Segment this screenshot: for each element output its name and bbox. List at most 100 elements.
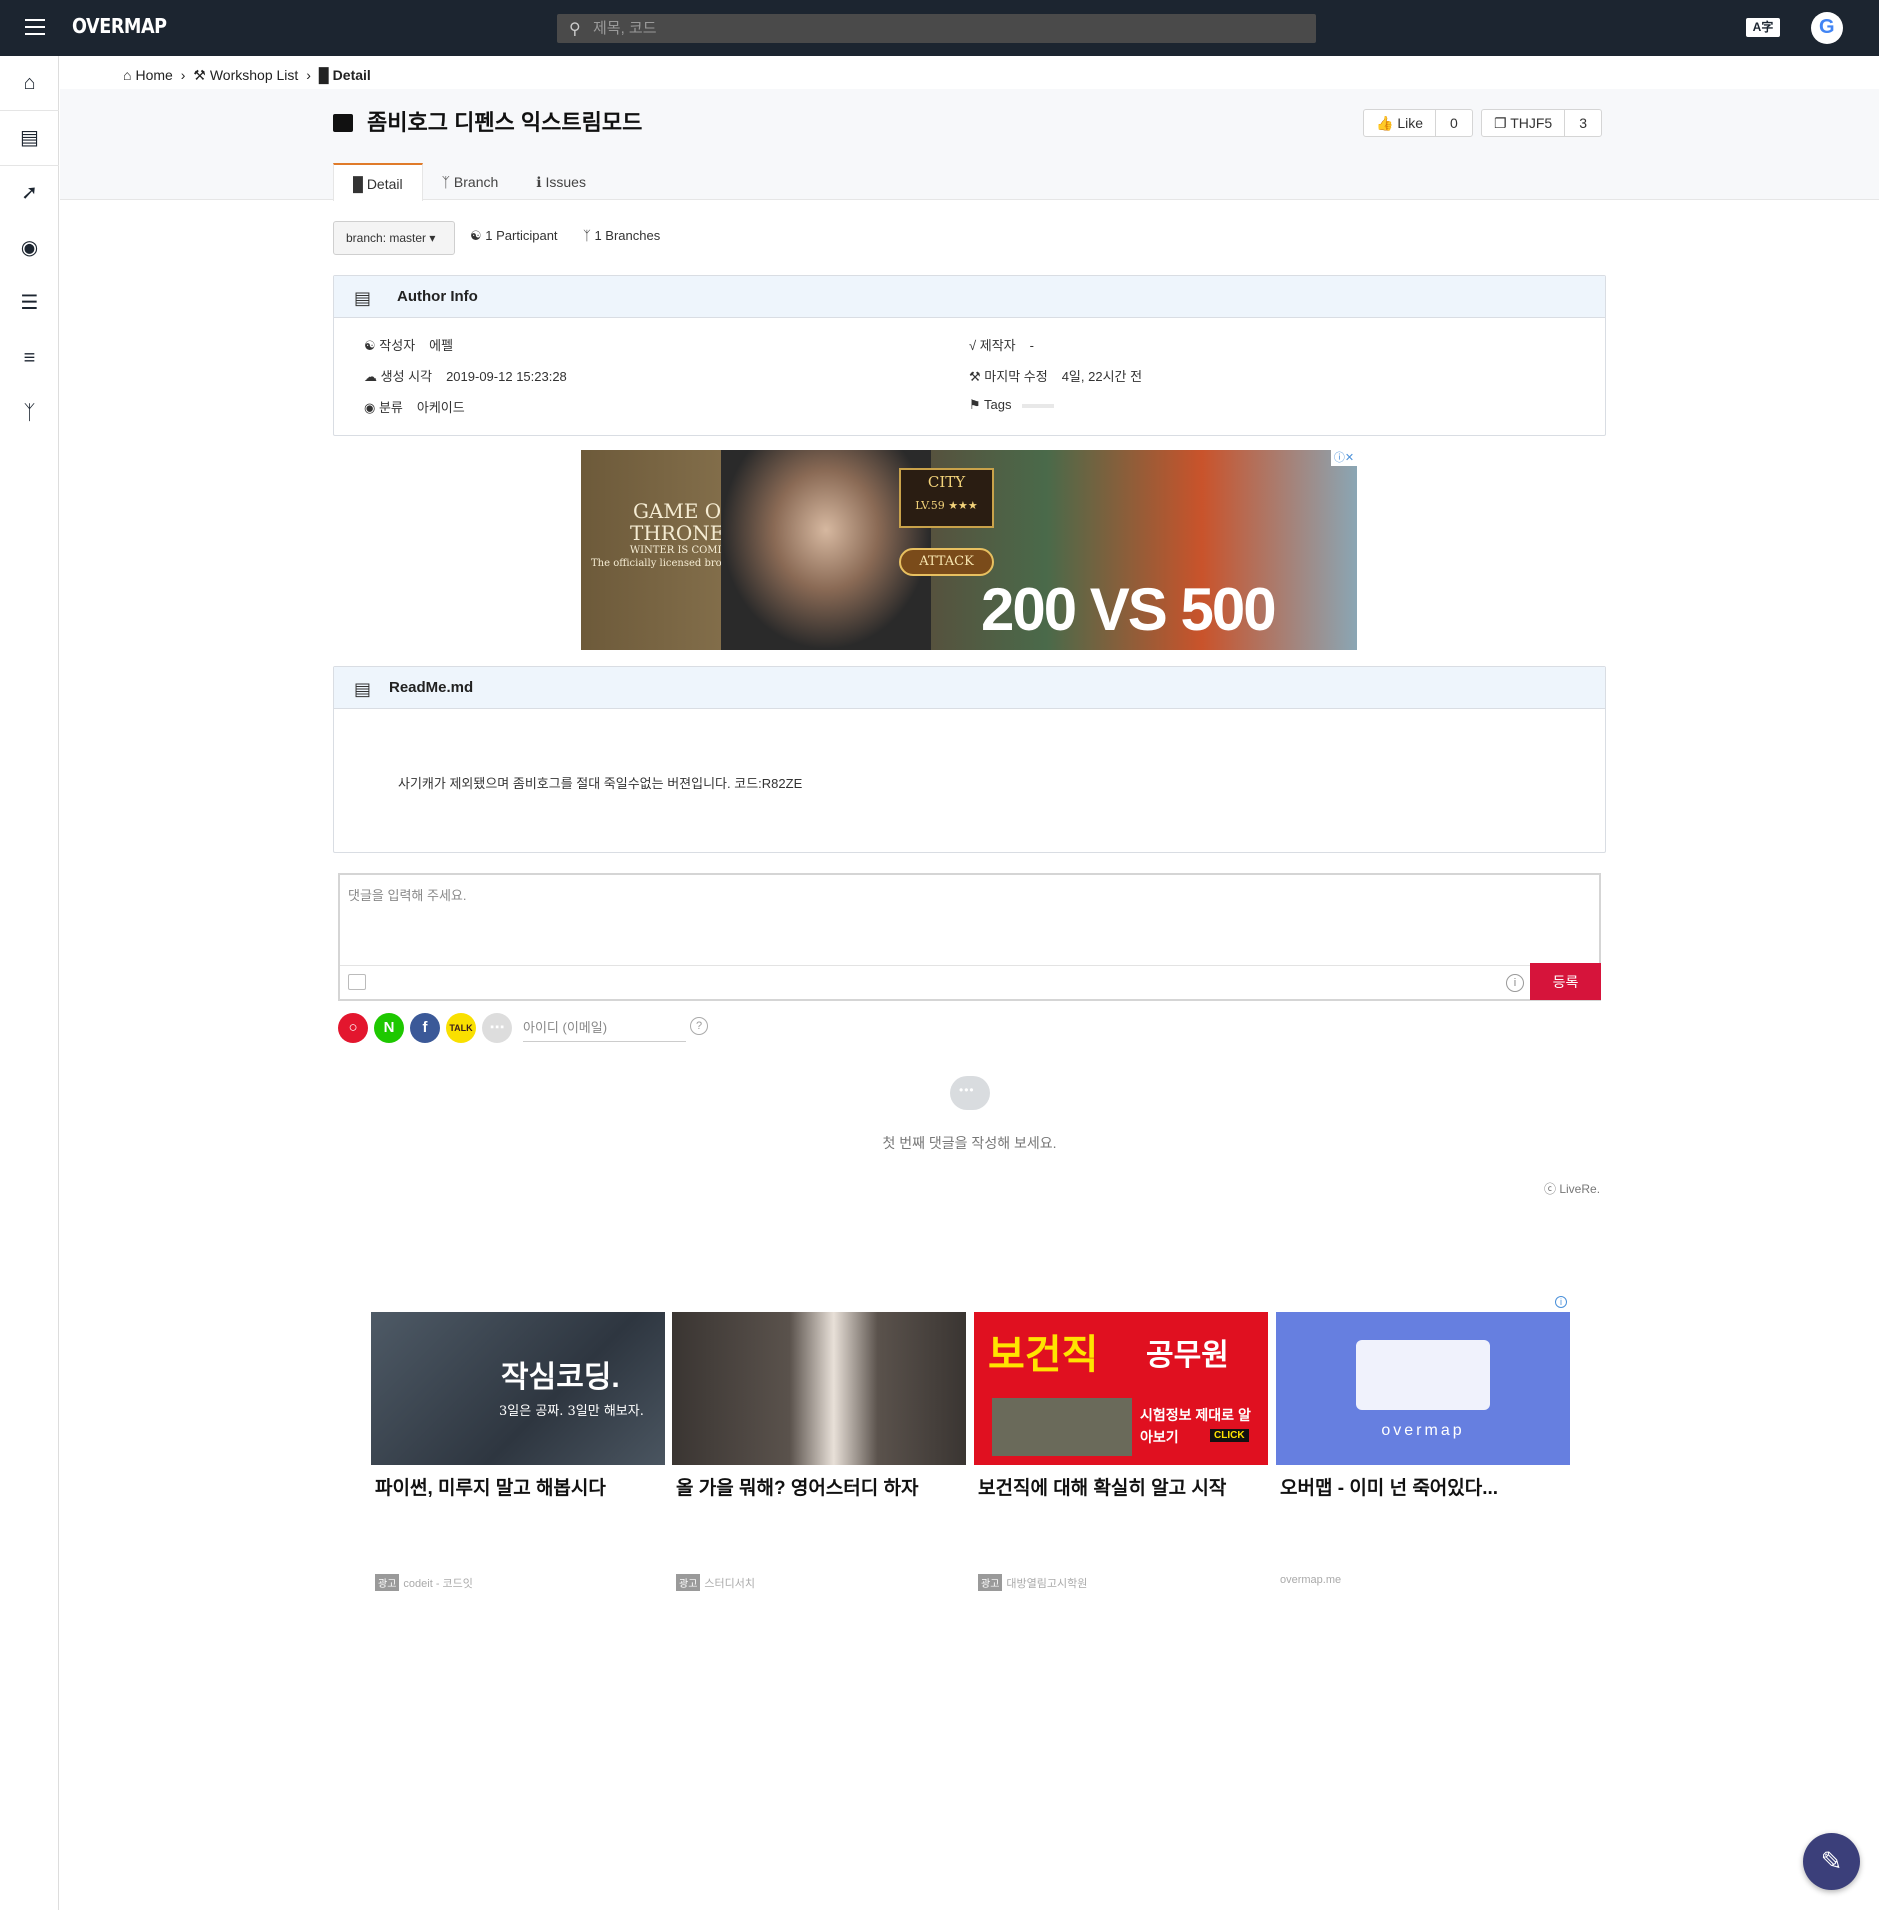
created-row: ☁ 생성 시각 2019-09-12 15:23:28: [364, 366, 567, 385]
author-info-title: Author Info: [397, 288, 478, 305]
native-ad-card[interactable]: 보건직 공무원 시험정보 제대로 알아보기 CLICK 보건직에 대해 확실히 …: [974, 1312, 1268, 1591]
eye-icon[interactable]: ◉: [0, 221, 59, 276]
branch-icon: ᛉ: [441, 174, 451, 190]
stack-icon[interactable]: ≡: [0, 331, 59, 386]
overmap-logo-icon: [1356, 1340, 1490, 1410]
cloud-upload-icon: ☁: [364, 369, 377, 384]
news-icon[interactable]: ▤: [0, 111, 59, 166]
branches-label: 1 Branches: [594, 228, 661, 243]
ad-overlay-text: overmap: [1381, 1422, 1465, 1439]
ad-info-icon[interactable]: i: [1555, 1296, 1567, 1308]
author-value[interactable]: 에펠: [429, 338, 453, 353]
like-button[interactable]: 👍 Like: [1364, 110, 1435, 136]
chevron-right-icon: ›: [180, 67, 186, 83]
code-label: THJF5: [1510, 115, 1553, 131]
ad-source: 광고 스터디서치: [676, 1574, 755, 1591]
category-value: 아케이드: [416, 400, 465, 415]
native-ad-card[interactable]: overmap 오버맵 - 이미 넌 죽어있다... overmap.me: [1276, 1312, 1570, 1586]
more-login-icon[interactable]: ⋯: [482, 1013, 512, 1043]
home-icon[interactable]: ⌂: [0, 56, 59, 111]
login-id-input[interactable]: [523, 1014, 686, 1042]
search-input[interactable]: [593, 16, 1293, 40]
copy-icon: ❐: [1494, 115, 1507, 131]
site-logo[interactable]: OVERMAP: [72, 14, 167, 38]
ad-tag: 광고: [676, 1574, 701, 1591]
tab-detail[interactable]: █ Detail: [333, 163, 423, 201]
breadcrumb-home[interactable]: Home: [135, 67, 172, 83]
tab-label: Detail: [366, 176, 403, 192]
livere-credit[interactable]: ⓒ LiveRe.: [1544, 1180, 1600, 1197]
translate-icon[interactable]: A字: [1746, 18, 1780, 37]
search-bar: ⚲: [557, 14, 1316, 43]
page-title-text: 좀비호그 디펜스 익스트림모드: [367, 110, 643, 135]
naver-login-icon[interactable]: N: [374, 1013, 404, 1043]
ad-overlay-subtext: 3일은 공짜. 3일만 해보자.: [499, 1404, 644, 1419]
modified-key: 마지막 수정: [984, 369, 1048, 384]
ad-source: overmap.me: [1280, 1574, 1341, 1586]
native-ad-card[interactable]: 올 가을 뭐해? 영어스터디 하자 광고 스터디서치: [672, 1312, 966, 1591]
branches-link[interactable]: ᛉ 1 Branches: [583, 228, 660, 243]
top-navbar: OVERMAP ⚲ A字 G: [0, 0, 1879, 56]
native-ad-card[interactable]: 작심코딩. 3일은 공짜. 3일만 해보자. 파이썬, 미루지 말고 해봅시다 …: [371, 1312, 665, 1591]
caret-down-icon: ▾: [429, 231, 436, 245]
branch-icon[interactable]: ᛉ: [0, 386, 59, 441]
info-icon[interactable]: i: [1506, 974, 1524, 992]
sidebar: ⌂ ▤ ➚ ◉ ☰ ≡ ᛉ: [0, 56, 59, 1910]
ad-overlay-text: 보건직: [988, 1333, 1099, 1377]
comment-submit-button[interactable]: 등록: [1530, 963, 1601, 1000]
wrench-icon: ⚒: [969, 369, 981, 384]
tab-issues[interactable]: ℹ Issues: [517, 163, 605, 201]
thumbs-up-icon: 👍: [1376, 115, 1394, 131]
category-key: 분류: [378, 400, 403, 415]
gamepad-icon: ◉: [364, 400, 376, 415]
ad-overlay-text-b: 공무원: [1146, 1339, 1229, 1372]
ad-tag: 광고: [375, 1574, 400, 1591]
ad-headline: 보건직에 대해 확실히 알고 시작: [978, 1478, 1227, 1499]
branch-select-label: branch: master: [346, 231, 427, 245]
tags-icon: ⚑: [969, 397, 981, 412]
door-icon: █: [318, 67, 329, 83]
kakaotalk-login-icon[interactable]: TALK: [446, 1013, 476, 1043]
created-key: 생성 시각: [380, 369, 433, 384]
write-pencil-button[interactable]: ✎: [1803, 1833, 1860, 1890]
ad-click-badge: CLICK: [1210, 1429, 1249, 1442]
code-button-group[interactable]: ❐ THJF5 3: [1481, 109, 1602, 137]
ad-tag: 광고: [978, 1574, 1003, 1591]
like-button-group[interactable]: 👍 Like 0: [1363, 109, 1473, 137]
image-upload-icon[interactable]: [348, 974, 366, 990]
ad-source-name: 대방열림고시학원: [1006, 1578, 1088, 1590]
hammer-icon: ⚒: [193, 67, 206, 83]
tab-branch[interactable]: ᛉ Branch: [423, 163, 518, 201]
readme-header: ▤ ReadMe.md: [334, 667, 1605, 709]
home-icon: ⌂: [123, 67, 132, 83]
detail-tabs: █ Detail ᛉ Branch ℹ Issues: [333, 163, 605, 201]
ad-image: overmap: [1276, 1312, 1570, 1465]
pinterest-login-icon[interactable]: ○: [338, 1013, 368, 1043]
banner-ad[interactable]: GAME OF THRONES WINTER IS COMING The off…: [581, 450, 1357, 650]
help-icon[interactable]: ?: [690, 1017, 708, 1035]
facebook-login-icon[interactable]: f: [410, 1013, 440, 1043]
participants-link[interactable]: ☯ 1 Participant: [470, 228, 558, 244]
list-icon[interactable]: ☰: [0, 276, 59, 331]
search-icon[interactable]: ⚲: [569, 19, 581, 39]
ad-headline: 올 가을 뭐해? 영어스터디 하자: [676, 1478, 919, 1499]
branch-select[interactable]: branch: master ▾: [333, 221, 455, 255]
comment-input[interactable]: [348, 885, 1578, 955]
branch-icon: ᛉ: [583, 228, 591, 243]
copy-code-button[interactable]: ❐ THJF5: [1482, 110, 1564, 136]
empty-comment-icon: [950, 1076, 990, 1110]
author-row: ☯ 작성자 에펠: [364, 335, 453, 354]
menu-icon[interactable]: [25, 19, 45, 35]
ad-close-icon[interactable]: ⓘ✕: [1331, 450, 1357, 466]
rocket-icon[interactable]: ➚: [0, 166, 59, 221]
chevron-right-icon: ›: [306, 67, 311, 83]
function-icon: √: [969, 338, 977, 353]
ad-headline: 파이썬, 미루지 말고 해봅시다: [375, 1478, 606, 1499]
google-icon: G: [1819, 16, 1835, 38]
empty-comment-text: 첫 번째 댓글을 작성해 보세요.: [882, 1135, 1057, 1151]
breadcrumb-workshop[interactable]: Workshop List: [210, 67, 298, 83]
author-key: 작성자: [379, 338, 416, 353]
archive-icon: [333, 114, 353, 132]
door-icon: █: [353, 176, 363, 192]
google-account-button[interactable]: G: [1811, 12, 1843, 44]
